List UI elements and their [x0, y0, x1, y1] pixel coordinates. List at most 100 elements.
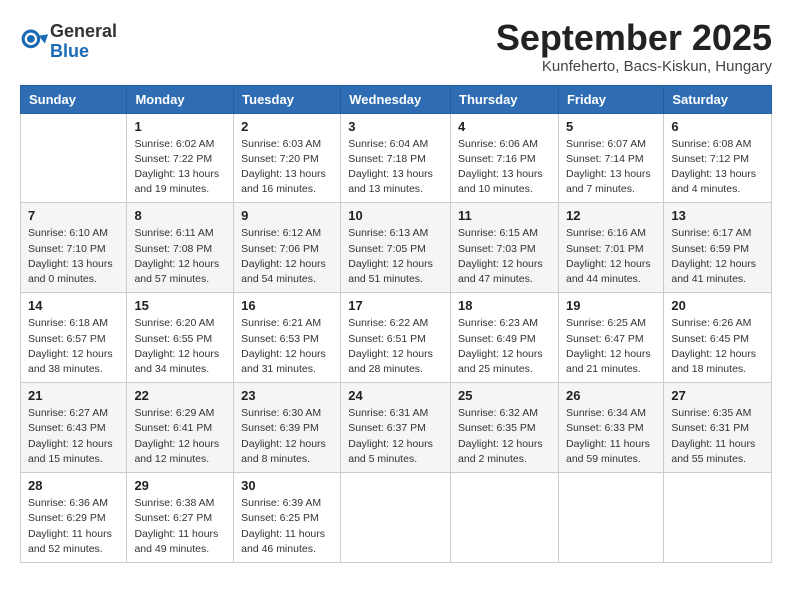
day-number: 30: [241, 478, 333, 493]
day-info: Sunrise: 6:06 AM Sunset: 7:16 PM Dayligh…: [458, 137, 551, 198]
day-number: 14: [28, 298, 119, 313]
header: General Blue September 2025 Kunfeherto, …: [20, 18, 772, 75]
day-number: 24: [348, 388, 443, 403]
day-number: 17: [348, 298, 443, 313]
day-info: Sunrise: 6:16 AM Sunset: 7:01 PM Dayligh…: [566, 226, 656, 287]
day-number: 27: [671, 388, 764, 403]
logo-text: General Blue: [50, 22, 117, 62]
calendar-cell: 8Sunrise: 6:11 AM Sunset: 7:08 PM Daylig…: [127, 203, 234, 293]
calendar-cell: 23 Sunrise: 6:30 AM Sunset: 6:39 PM Dayli…: [234, 383, 341, 473]
calendar-cell: 17 Sunrise: 6:22 AM Sunset: 6:51 PM Dayli…: [341, 293, 451, 383]
day-info: Sunrise: 6:08 AM Sunset: 7:12 PM Dayligh…: [671, 137, 764, 198]
day-number: 23: [241, 388, 333, 403]
calendar-body: 1Sunrise: 6:02 AM Sunset: 7:22 PM Daylig…: [21, 113, 772, 562]
day-number: 26: [566, 388, 656, 403]
calendar-row: 28Sunrise: 6:36 AM Sunset: 6:29 PM Dayli…: [21, 473, 772, 563]
calendar-cell: 25Sunrise: 6:32 AM Sunset: 6:35 PM Dayli…: [451, 383, 559, 473]
calendar-cell: [451, 473, 559, 563]
day-number: 18: [458, 298, 551, 313]
calendar-cell: 28Sunrise: 6:36 AM Sunset: 6:29 PM Dayli…: [21, 473, 127, 563]
day-number: 21: [28, 388, 119, 403]
calendar-cell: 5 Sunrise: 6:07 AM Sunset: 7:14 PM Daylig…: [558, 113, 663, 203]
calendar-cell: [664, 473, 772, 563]
day-number: 10: [348, 208, 443, 223]
day-info: Sunrise: 6:03 AM Sunset: 7:20 PM Dayligh…: [241, 137, 333, 198]
calendar-cell: 18 Sunrise: 6:23 AM Sunset: 6:49 PM Dayli…: [451, 293, 559, 383]
logo-icon: [20, 28, 48, 56]
day-number: 20: [671, 298, 764, 313]
day-info: Sunrise: 6:04 AM Sunset: 7:18 PM Dayligh…: [348, 137, 443, 198]
calendar-cell: 16Sunrise: 6:21 AM Sunset: 6:53 PM Dayli…: [234, 293, 341, 383]
day-info: Sunrise: 6:29 AM Sunset: 6:41 PM Dayligh…: [134, 406, 226, 467]
day-info: Sunrise: 6:35 AM Sunset: 6:31 PM Dayligh…: [671, 406, 764, 467]
day-info: Sunrise: 6:39 AM Sunset: 6:25 PM Dayligh…: [241, 496, 333, 557]
calendar-cell: 15Sunrise: 6:20 AM Sunset: 6:55 PM Dayli…: [127, 293, 234, 383]
calendar-cell: 2 Sunrise: 6:03 AM Sunset: 7:20 PM Daylig…: [234, 113, 341, 203]
calendar-cell: 1Sunrise: 6:02 AM Sunset: 7:22 PM Daylig…: [127, 113, 234, 203]
day-info: Sunrise: 6:26 AM Sunset: 6:45 PM Dayligh…: [671, 316, 764, 377]
day-info: Sunrise: 6:30 AM Sunset: 6:39 PM Dayligh…: [241, 406, 333, 467]
calendar-cell: 13 Sunrise: 6:17 AM Sunset: 6:59 PM Dayli…: [664, 203, 772, 293]
calendar-cell: [341, 473, 451, 563]
calendar-cell: 20 Sunrise: 6:26 AM Sunset: 6:45 PM Dayli…: [664, 293, 772, 383]
calendar-cell: 10 Sunrise: 6:13 AM Sunset: 7:05 PM Dayli…: [341, 203, 451, 293]
day-info: Sunrise: 6:22 AM Sunset: 6:51 PM Dayligh…: [348, 316, 443, 377]
month-title: September 2025: [496, 18, 772, 58]
calendar-cell: 11 Sunrise: 6:15 AM Sunset: 7:03 PM Dayli…: [451, 203, 559, 293]
day-number: 29: [134, 478, 226, 493]
calendar-cell: 19 Sunrise: 6:25 AM Sunset: 6:47 PM Dayli…: [558, 293, 663, 383]
day-info: Sunrise: 6:31 AM Sunset: 6:37 PM Dayligh…: [348, 406, 443, 467]
day-info: Sunrise: 6:38 AM Sunset: 6:27 PM Dayligh…: [134, 496, 226, 557]
day-info: Sunrise: 6:15 AM Sunset: 7:03 PM Dayligh…: [458, 226, 551, 287]
calendar-table: SundayMondayTuesdayWednesdayThursdayFrid…: [20, 85, 772, 563]
day-number: 5: [566, 119, 656, 134]
location-title: Kunfeherto, Bacs-Kiskun, Hungary: [496, 58, 772, 75]
calendar-cell: 6 Sunrise: 6:08 AM Sunset: 7:12 PM Daylig…: [664, 113, 772, 203]
day-number: 11: [458, 208, 551, 223]
calendar-cell: 26 Sunrise: 6:34 AM Sunset: 6:33 PM Dayli…: [558, 383, 663, 473]
day-info: Sunrise: 6:21 AM Sunset: 6:53 PM Dayligh…: [241, 316, 333, 377]
day-info: Sunrise: 6:36 AM Sunset: 6:29 PM Dayligh…: [28, 496, 119, 557]
title-area: September 2025 Kunfeherto, Bacs-Kiskun, …: [496, 18, 772, 75]
day-info: Sunrise: 6:27 AM Sunset: 6:43 PM Dayligh…: [28, 406, 119, 467]
day-info: Sunrise: 6:23 AM Sunset: 6:49 PM Dayligh…: [458, 316, 551, 377]
day-info: Sunrise: 6:13 AM Sunset: 7:05 PM Dayligh…: [348, 226, 443, 287]
day-number: 19: [566, 298, 656, 313]
day-info: Sunrise: 6:17 AM Sunset: 6:59 PM Dayligh…: [671, 226, 764, 287]
day-number: 3: [348, 119, 443, 134]
day-number: 6: [671, 119, 764, 134]
calendar-row: 14 Sunrise: 6:18 AM Sunset: 6:57 PM Dayli…: [21, 293, 772, 383]
weekday-header-cell: Wednesday: [341, 85, 451, 113]
day-number: 7: [28, 208, 119, 223]
day-info: Sunrise: 6:10 AM Sunset: 7:10 PM Dayligh…: [28, 226, 119, 287]
weekday-header-cell: Monday: [127, 85, 234, 113]
calendar-cell: [21, 113, 127, 203]
day-info: Sunrise: 6:18 AM Sunset: 6:57 PM Dayligh…: [28, 316, 119, 377]
day-info: Sunrise: 6:34 AM Sunset: 6:33 PM Dayligh…: [566, 406, 656, 467]
calendar-cell: 21 Sunrise: 6:27 AM Sunset: 6:43 PM Dayli…: [21, 383, 127, 473]
day-number: 9: [241, 208, 333, 223]
day-number: 12: [566, 208, 656, 223]
calendar-cell: 3 Sunrise: 6:04 AM Sunset: 7:18 PM Daylig…: [341, 113, 451, 203]
day-info: Sunrise: 6:25 AM Sunset: 6:47 PM Dayligh…: [566, 316, 656, 377]
day-number: 1: [134, 119, 226, 134]
calendar-cell: 9 Sunrise: 6:12 AM Sunset: 7:06 PM Daylig…: [234, 203, 341, 293]
weekday-header-cell: Friday: [558, 85, 663, 113]
calendar-cell: 30 Sunrise: 6:39 AM Sunset: 6:25 PM Dayli…: [234, 473, 341, 563]
weekday-header-cell: Saturday: [664, 85, 772, 113]
calendar-row: 21 Sunrise: 6:27 AM Sunset: 6:43 PM Dayli…: [21, 383, 772, 473]
calendar-cell: 24 Sunrise: 6:31 AM Sunset: 6:37 PM Dayli…: [341, 383, 451, 473]
day-info: Sunrise: 6:07 AM Sunset: 7:14 PM Dayligh…: [566, 137, 656, 198]
weekday-header-cell: Tuesday: [234, 85, 341, 113]
calendar-cell: 4Sunrise: 6:06 AM Sunset: 7:16 PM Daylig…: [451, 113, 559, 203]
day-info: Sunrise: 6:12 AM Sunset: 7:06 PM Dayligh…: [241, 226, 333, 287]
day-number: 8: [134, 208, 226, 223]
day-number: 2: [241, 119, 333, 134]
calendar-cell: 29 Sunrise: 6:38 AM Sunset: 6:27 PM Dayli…: [127, 473, 234, 563]
calendar-cell: 12 Sunrise: 6:16 AM Sunset: 7:01 PM Dayli…: [558, 203, 663, 293]
day-number: 13: [671, 208, 764, 223]
logo: General Blue: [20, 22, 117, 62]
weekday-header-cell: Sunday: [21, 85, 127, 113]
calendar-cell: 7 Sunrise: 6:10 AM Sunset: 7:10 PM Daylig…: [21, 203, 127, 293]
calendar-cell: 14 Sunrise: 6:18 AM Sunset: 6:57 PM Dayli…: [21, 293, 127, 383]
